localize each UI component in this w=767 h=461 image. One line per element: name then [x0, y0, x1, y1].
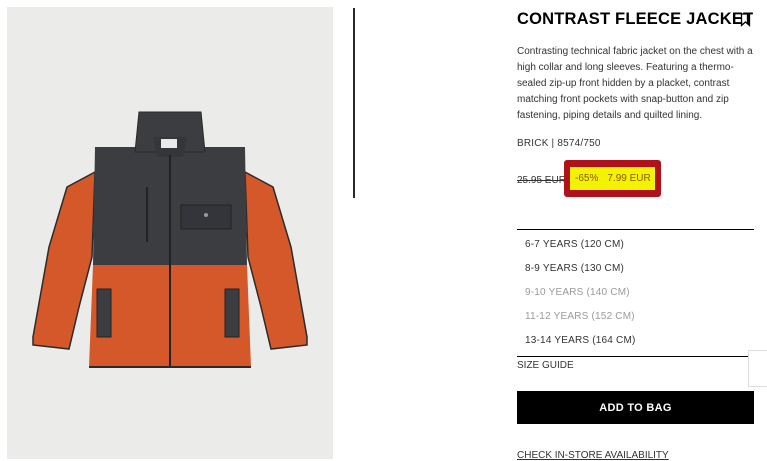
size-option-9-10[interactable]: 9-10 YEARS (140 CM) [517, 281, 754, 305]
size-guide-link[interactable]: SIZE GUIDE [517, 360, 574, 371]
size-option-8-9[interactable]: 8-9 YEARS (130 CM) [517, 257, 754, 281]
vertical-divider [353, 8, 355, 198]
add-to-bag-button[interactable]: ADD TO BAG [517, 391, 754, 424]
product-description: Contrasting technical fabric jacket on t… [517, 46, 753, 121]
sale-amount: 7.99 EUR [607, 173, 651, 184]
product-image[interactable] [7, 7, 333, 459]
product-title: CONTRAST FLEECE JACKET [517, 10, 754, 28]
size-option-13-14[interactable]: 13-14 YEARS (164 CM) [517, 329, 754, 353]
color-reference: BRICK | 8574/750 [517, 138, 601, 149]
side-tab[interactable] [748, 350, 767, 387]
size-list: 6-7 YEARS (120 CM) 8-9 YEARS (130 CM) 9-… [517, 229, 754, 357]
sale-price-highlight: -65% 7.99 EUR [564, 160, 661, 197]
sale-price: -65% 7.99 EUR [570, 167, 655, 190]
jacket-illustration [32, 111, 308, 368]
discount-percent: -65% [575, 173, 599, 184]
check-store-availability-link[interactable]: CHECK IN-STORE AVAILABILITY [517, 450, 669, 461]
size-option-6-7[interactable]: 6-7 YEARS (120 CM) [517, 233, 754, 257]
size-option-11-12[interactable]: 11-12 YEARS (152 CM) [517, 305, 754, 329]
original-price: 25.95 EUR [517, 175, 566, 186]
bookmark-icon[interactable] [740, 13, 751, 27]
